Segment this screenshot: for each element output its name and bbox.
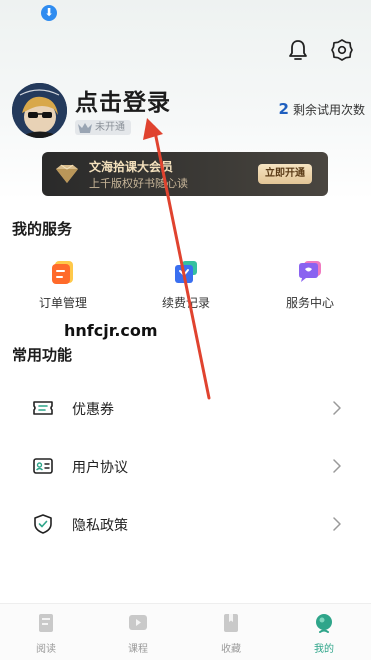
vip-banner-subtitle: 上千版权好书随心读 — [89, 177, 188, 190]
tab-reading[interactable]: 阅读 — [16, 612, 76, 655]
function-label: 优惠券 — [72, 402, 114, 418]
tab-favorites[interactable]: 收藏 — [201, 612, 261, 655]
renewal-icon — [175, 261, 197, 283]
user-agreement-icon — [33, 458, 53, 474]
login-prompt[interactable]: 点击登录 — [75, 83, 171, 117]
vip-status-badge: 未开通 — [75, 120, 131, 135]
bell-icon[interactable] — [287, 38, 309, 62]
tab-label: 阅读 — [36, 644, 56, 655]
download-icon: ⬇ — [41, 5, 57, 21]
function-label: 隐私政策 — [72, 518, 128, 534]
chevron-right-icon — [333, 459, 341, 473]
service-renewal-records[interactable]: 续费记录 — [141, 258, 231, 311]
watermark-text: hnfcjr.com — [64, 321, 158, 340]
service-order-management[interactable]: 订单管理 — [18, 258, 108, 311]
service-center[interactable]: 服务中心 — [265, 258, 355, 311]
privacy-shield-icon — [34, 514, 52, 534]
vip-banner-title: 文海拾课大会员 — [89, 160, 174, 174]
service-center-icon — [299, 261, 321, 282]
chevron-right-icon — [333, 517, 341, 531]
book-icon — [39, 614, 53, 632]
service-label: 续费记录 — [161, 296, 210, 310]
service-label: 服务中心 — [285, 296, 334, 310]
order-icon — [52, 261, 73, 284]
trial-count-label: 剩余试用次数 — [292, 103, 365, 117]
play-video-icon — [129, 615, 147, 630]
coupon-icon — [33, 401, 53, 415]
avatar[interactable] — [12, 83, 67, 138]
bottom-tab-bar: 阅读 课程 收藏 我的 — [0, 603, 371, 660]
function-row-coupon[interactable]: 优惠券 — [0, 385, 371, 431]
vip-status-text: 未开通 — [95, 122, 125, 133]
vip-diamond-icon — [56, 164, 78, 183]
status-bar: ⬇ — [0, 0, 371, 26]
function-row-user-agreement[interactable]: 用户协议 — [0, 443, 371, 489]
trial-count-number: 2 — [278, 100, 289, 118]
function-row-privacy-policy[interactable]: 隐私政策 — [0, 501, 371, 547]
profile-leaf-icon — [316, 614, 332, 633]
trial-count[interactable]: 2 剩余试用次数 — [279, 100, 365, 118]
tab-label: 我的 — [314, 644, 334, 655]
tab-label: 课程 — [128, 644, 148, 655]
tab-mine[interactable]: 我的 — [294, 612, 354, 655]
tab-courses[interactable]: 课程 — [108, 612, 168, 655]
vip-membership-banner[interactable]: 文海拾课大会员 上千版权好书随心读 立即开通 — [42, 152, 328, 196]
chevron-right-icon — [333, 401, 341, 415]
services-section-title: 我的服务 — [12, 220, 73, 238]
tab-label: 收藏 — [221, 644, 241, 655]
bookmark-icon — [224, 614, 238, 632]
vip-crown-icon — [78, 123, 92, 133]
vip-open-button[interactable]: 立即开通 — [258, 164, 312, 184]
function-label: 用户协议 — [72, 460, 128, 476]
functions-section-title: 常用功能 — [12, 346, 73, 364]
avatar-image — [12, 83, 67, 138]
service-label: 订单管理 — [38, 296, 87, 310]
gear-icon[interactable] — [331, 38, 353, 62]
